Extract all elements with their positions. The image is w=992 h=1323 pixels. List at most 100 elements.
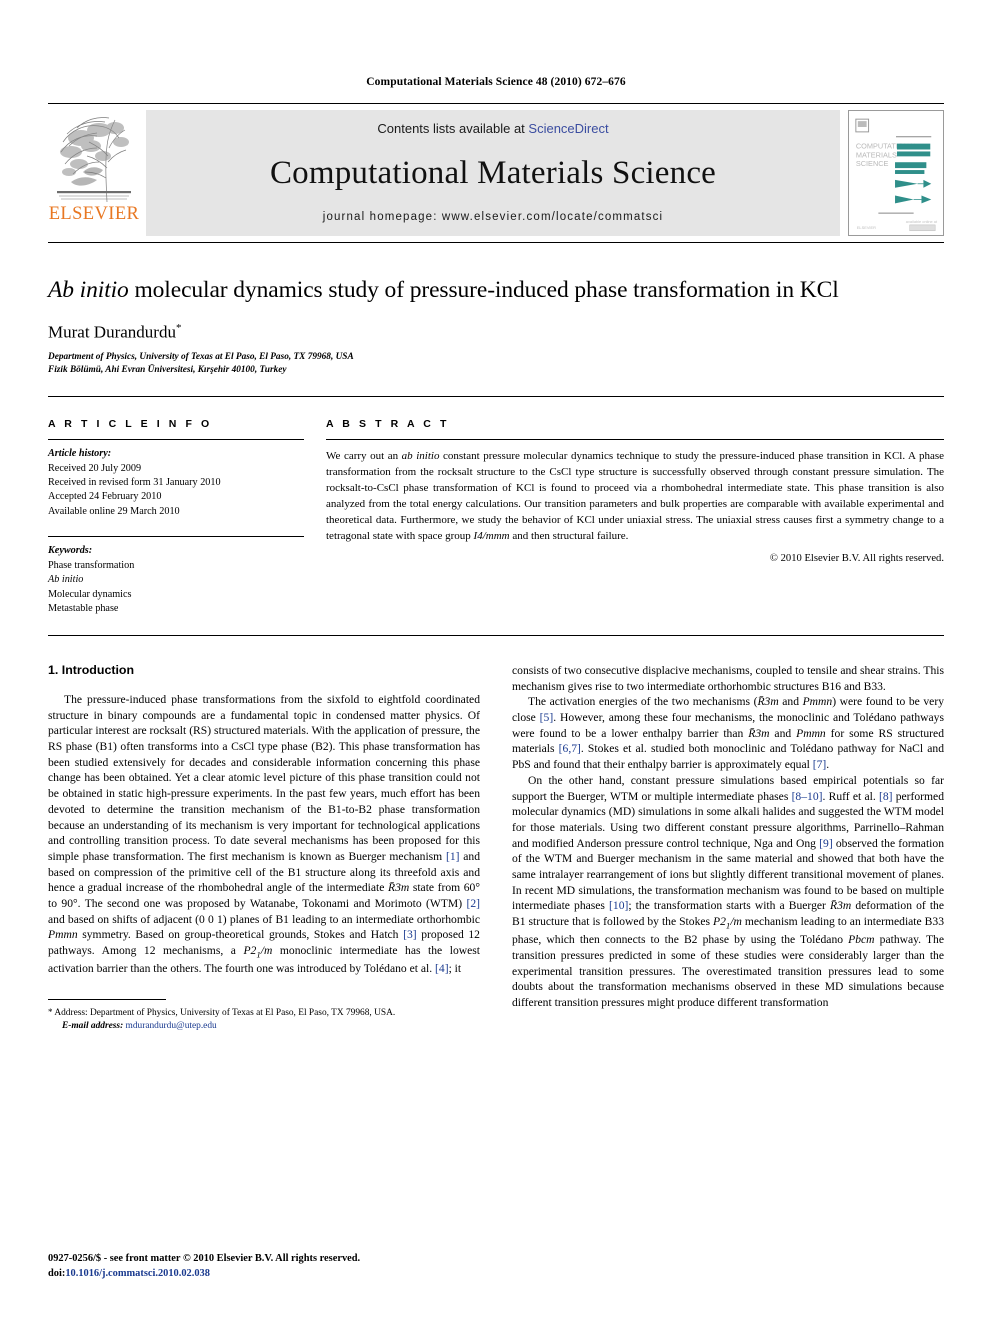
history-item: Received 20 July 2009 bbox=[48, 462, 142, 474]
doi-line: doi:10.1016/j.commatsci.2010.02.038 bbox=[48, 1266, 360, 1281]
text-run: consists of two consecutive displacive m… bbox=[512, 663, 944, 693]
affiliation-2: Fizik Bölümü, Ahi Evran Üniversitesi, Kı… bbox=[48, 365, 287, 376]
citation-link[interactable]: [10] bbox=[609, 899, 628, 912]
doi-label: doi: bbox=[48, 1267, 66, 1279]
citation-link[interactable]: [4] bbox=[435, 962, 449, 975]
citation-link[interactable]: [7] bbox=[813, 758, 827, 771]
emphasis: R̄3m bbox=[387, 881, 410, 895]
author-footnote-mark[interactable]: * bbox=[176, 322, 182, 334]
emphasis: Pbcm bbox=[848, 933, 875, 947]
citation-link[interactable]: [1] bbox=[446, 850, 460, 863]
title-italic-part: Ab initio bbox=[48, 277, 129, 303]
issn-front-matter: 0927-0256/$ - see front matter © 2010 El… bbox=[48, 1252, 361, 1264]
elsevier-logo: ELSEVIER bbox=[48, 110, 140, 236]
history-item: Received in revised form 31 January 2010 bbox=[48, 477, 221, 488]
body-paragraph: The activation energies of the two mecha… bbox=[512, 694, 944, 773]
abstract-part-2: constant pressure molecular dynamics tec… bbox=[326, 450, 944, 543]
body-paragraph: consists of two consecutive displacive m… bbox=[512, 663, 944, 694]
keyword-item: Molecular dynamics bbox=[48, 588, 132, 600]
article-history-block: Article history: Received 20 July 2009 R… bbox=[48, 447, 304, 519]
elsevier-wordmark: ELSEVIER bbox=[48, 204, 140, 224]
text-run: The activation energies of the two mecha… bbox=[528, 695, 758, 709]
emphasis: R̄3m bbox=[748, 726, 770, 740]
keywords-rule bbox=[48, 536, 304, 538]
page-title: Ab initio molecular dynamics study of pr… bbox=[48, 277, 944, 305]
left-column-paragraphs: The pressure-induced phase transformatio… bbox=[48, 692, 480, 977]
article-page: Computational Materials Science 48 (2010… bbox=[0, 0, 992, 1323]
citation-link[interactable]: [5] bbox=[540, 711, 554, 724]
authors-bottom-rule bbox=[48, 396, 944, 398]
journal-title: Computational Materials Science bbox=[269, 155, 717, 191]
journal-cover-thumbnail: COMPUTATIONAL MATERIALS SCIENCE availabl… bbox=[848, 110, 944, 236]
section-heading-introduction: 1. Introduction bbox=[48, 662, 135, 677]
text-run: and bbox=[769, 726, 797, 740]
citation-link[interactable]: [8–10] bbox=[792, 790, 823, 803]
citation-link[interactable]: [9] bbox=[819, 837, 833, 850]
imprint-block: 0927-0256/$ - see front matter © 2010 El… bbox=[48, 1251, 360, 1281]
abstract-bottom-rule bbox=[48, 634, 944, 636]
abstract-part-1: We carry out an bbox=[326, 450, 402, 463]
citation-link[interactable]: [3] bbox=[403, 928, 417, 941]
text-run: ; the transformation starts with a Buerg… bbox=[628, 899, 830, 913]
history-item: Accepted 24 February 2010 bbox=[48, 491, 162, 503]
abstract-heading: A B S T R A C T bbox=[326, 418, 450, 431]
body-paragraph: On the other hand, constant pressure sim… bbox=[512, 773, 944, 1011]
keyword-item: Ab initio bbox=[48, 574, 84, 586]
emphasis: Pmmn bbox=[802, 695, 833, 709]
banner-center: Contents lists available at ScienceDirec… bbox=[146, 110, 840, 236]
text-run: symmetry. Based on group-theoretical gro… bbox=[77, 928, 404, 942]
affiliation-1: Department of Physics, University of Tex… bbox=[48, 352, 354, 363]
article-info-column: A R T I C L E I N F O Article history: R… bbox=[48, 418, 304, 617]
body-column-left: 1. Introduction The pressure-induced pha… bbox=[48, 663, 480, 1034]
email-label: E-mail address: bbox=[62, 1021, 124, 1032]
email-address-link[interactable]: mdurandurdu@utep.edu bbox=[126, 1021, 217, 1031]
corresponding-author-footnote: * Address: Department of Physics, Univer… bbox=[48, 1006, 480, 1034]
citation-link[interactable]: [2] bbox=[466, 897, 480, 910]
contents-available-line: Contents lists available at ScienceDirec… bbox=[377, 121, 608, 136]
emphasis: P2 bbox=[243, 944, 257, 958]
emphasis: /m bbox=[730, 915, 742, 929]
contents-prefix: Contents lists available at bbox=[377, 121, 529, 136]
emphasis: Pmmn bbox=[48, 928, 78, 942]
body-paragraph: The pressure-induced phase transformatio… bbox=[48, 692, 480, 977]
abstract-column: A B S T R A C T We carry out an ab initi… bbox=[326, 418, 944, 617]
banner-bottom-rule bbox=[48, 242, 944, 243]
article-info-rule bbox=[48, 439, 304, 441]
abstract-text: We carry out an ab initio constant press… bbox=[326, 448, 944, 544]
text-run: . Ruff et al. bbox=[822, 789, 879, 803]
abstract-part-3: and then structural failure. bbox=[509, 530, 629, 543]
text-run: The pressure-induced phase transformatio… bbox=[48, 692, 480, 863]
sciencedirect-link[interactable]: ScienceDirect bbox=[528, 121, 608, 136]
elsevier-tree-icon bbox=[55, 112, 133, 204]
abstract-rule bbox=[326, 439, 944, 441]
emphasis: R̄3m bbox=[757, 695, 779, 709]
svg-text:ELSEVIER: ELSEVIER bbox=[857, 225, 876, 230]
text-run: ; it bbox=[448, 962, 462, 976]
citation-link[interactable]: [6,7] bbox=[559, 742, 581, 755]
info-abstract-region: A R T I C L E I N F O Article history: R… bbox=[48, 418, 944, 617]
svg-text:SCIENCE: SCIENCE bbox=[856, 159, 889, 168]
doi-value[interactable]: 10.1016/j.commatsci.2010.02.038 bbox=[65, 1268, 210, 1279]
journal-banner: ELSEVIER Contents lists available at Sci… bbox=[48, 110, 944, 236]
svg-text:MATERIALS: MATERIALS bbox=[856, 150, 897, 159]
keywords-block: Keywords: Phase transformation Ab initio… bbox=[48, 544, 304, 616]
text-run: and based on shifts of adjacent (0 0 1) … bbox=[48, 912, 480, 926]
citation-link[interactable]: [8] bbox=[879, 790, 893, 803]
text-run: . bbox=[826, 758, 830, 772]
emphasis: /m bbox=[260, 944, 273, 958]
article-info-heading: A R T I C L E I N F O bbox=[48, 418, 213, 431]
abstract-copyright: © 2010 Elsevier B.V. All rights reserved… bbox=[769, 553, 944, 565]
emphasis: P2 bbox=[713, 915, 726, 929]
keywords-label: Keywords: bbox=[48, 545, 93, 557]
journal-homepage[interactable]: journal homepage: www.elsevier.com/locat… bbox=[323, 211, 664, 223]
keyword-item: Metastable phase bbox=[48, 603, 119, 615]
footnote-address: Address: Department of Physics, Universi… bbox=[52, 1008, 396, 1019]
article-history-label: Article history: bbox=[48, 448, 112, 460]
author-line: Murat Durandurdu* bbox=[48, 322, 944, 343]
abstract-italic-2: I4/mmm bbox=[473, 530, 510, 543]
keyword-item: Phase transformation bbox=[48, 559, 135, 571]
emphasis: Pmmn bbox=[796, 726, 826, 740]
svg-text:available online at: available online at bbox=[906, 219, 938, 224]
abstract-italic-1: ab initio bbox=[401, 450, 440, 463]
right-column-paragraphs: consists of two consecutive displacive m… bbox=[512, 663, 944, 1011]
